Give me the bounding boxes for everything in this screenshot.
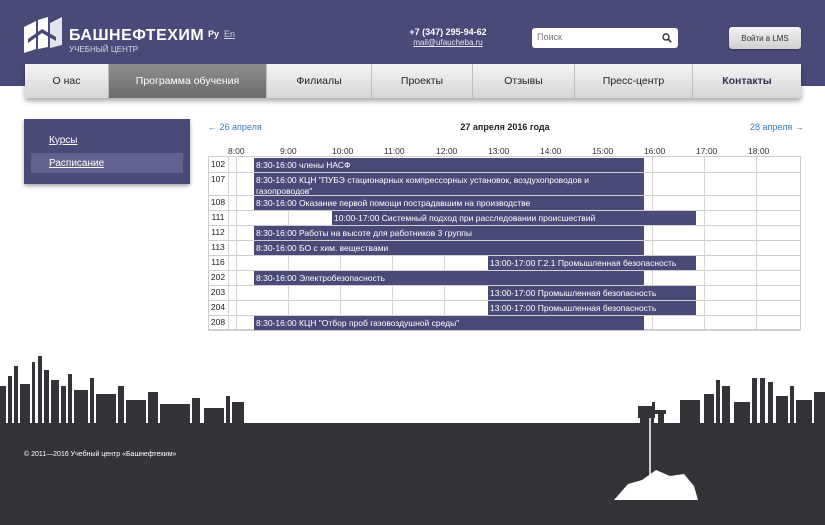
hour-label: 13:00 <box>488 146 510 156</box>
hour-label: 18:00 <box>748 146 770 156</box>
grid-column-line <box>236 156 237 329</box>
nav-item-program[interactable]: Программа обучения <box>109 64 267 98</box>
room-number: 112 <box>211 227 225 237</box>
grid-column-line <box>704 156 705 329</box>
schedule-event[interactable]: 8:30-16:00 члены НАСФ <box>254 158 644 172</box>
brand-subtitle: УЧЕБНЫЙ ЦЕНТР <box>69 45 139 54</box>
sidebar: Курсы Расписание <box>24 119 190 184</box>
hour-label: 10:00 <box>332 146 354 156</box>
hour-label: 15:00 <box>592 146 614 156</box>
nav-item-reviews[interactable]: Отзывы <box>473 64 575 98</box>
schedule-event[interactable]: 8:30-16:00 КЦН "Отбор проб газовоздушной… <box>254 316 644 330</box>
hour-label: 8:00 <box>228 146 245 156</box>
main-nav: О нас Программа обучения Филиалы Проекты… <box>25 64 801 98</box>
nav-item-branches[interactable]: Филиалы <box>267 64 372 98</box>
lang-ru[interactable]: Ру <box>208 29 219 39</box>
sidebar-item-label: Курсы <box>49 134 78 146</box>
room-number: 116 <box>211 257 225 267</box>
brand-title[interactable]: БАШНЕФТЕХИМ <box>69 27 204 45</box>
nav-item-contacts[interactable]: Контакты <box>693 64 801 98</box>
phone-number: +7 (347) 295-94-62 <box>409 27 487 37</box>
hour-label: 16:00 <box>644 146 666 156</box>
room-number: 102 <box>210 159 226 169</box>
room-number: 107 <box>210 174 226 184</box>
schedule-event[interactable]: 8:30-16:00 Работы на высоте для работник… <box>254 226 644 240</box>
nav-item-press[interactable]: Пресс-центр <box>575 64 693 98</box>
schedule-event[interactable]: 13:00-17:00 Промышленная безопасность <box>488 301 696 315</box>
search-box <box>532 28 678 48</box>
schedule-event[interactable]: 8:30-16:00 БО с хим. веществами <box>254 241 644 255</box>
nav-item-about[interactable]: О нас <box>25 64 109 98</box>
schedule-event[interactable]: 13:00-17:00 Промышленная безопасность <box>488 286 696 300</box>
next-day-link[interactable]: 28 апреля → <box>750 122 804 132</box>
grid-column-line <box>228 156 229 329</box>
room-number: 111 <box>211 212 225 222</box>
schedule-event[interactable]: 8:30-16:00 КЦН "ПУБЭ стационарных компре… <box>254 173 644 195</box>
oil-pump-icon <box>614 402 698 500</box>
lang-en[interactable]: En <box>224 29 235 39</box>
schedule-event[interactable]: 10:00-17:00 Системный подход при расслед… <box>332 211 696 225</box>
hour-label: 17:00 <box>696 146 718 156</box>
room-number: 204 <box>210 302 226 312</box>
room-number: 113 <box>211 242 225 252</box>
email-link[interactable]: mail@ufaucheba.ru <box>396 38 500 47</box>
room-number: 208 <box>210 317 226 327</box>
hour-label: 12:00 <box>436 146 458 156</box>
prev-day-link[interactable]: ← 26 апреля <box>208 122 262 132</box>
footer <box>0 423 825 525</box>
sidebar-item-label: Расписание <box>49 157 105 169</box>
hour-label: 11:00 <box>384 146 405 156</box>
search-input[interactable] <box>537 32 657 42</box>
schedule-event[interactable]: 8:30-16:00 Электробезопасность <box>254 271 644 285</box>
sidebar-item-schedule[interactable]: Расписание <box>31 153 183 173</box>
search-icon[interactable] <box>662 33 672 43</box>
room-number: 108 <box>210 197 226 207</box>
sidebar-item-courses[interactable]: Курсы <box>31 130 183 150</box>
grid-row-line <box>208 330 801 331</box>
grid-column-line <box>756 156 757 329</box>
nav-item-projects[interactable]: Проекты <box>372 64 473 98</box>
hour-label: 9:00 <box>280 146 297 156</box>
schedule-event[interactable]: 8:30-16:00 Оказание первой помощи постра… <box>254 196 644 210</box>
room-number: 202 <box>210 272 226 282</box>
logo-icon[interactable] <box>24 17 62 53</box>
hour-label: 14:00 <box>540 146 562 156</box>
copyright-text: © 2011—2016 Учебный центр «Башнефтехим» <box>24 451 177 458</box>
room-number: 203 <box>210 287 226 297</box>
industrial-skyline <box>0 356 825 426</box>
login-lms-button[interactable]: Войти в LMS <box>729 27 801 49</box>
schedule-event[interactable]: 13:00-17:00 Г.2.1 Промышленная безопасно… <box>488 256 696 270</box>
schedule-date-title: 27 апреля 2016 года <box>460 122 550 132</box>
